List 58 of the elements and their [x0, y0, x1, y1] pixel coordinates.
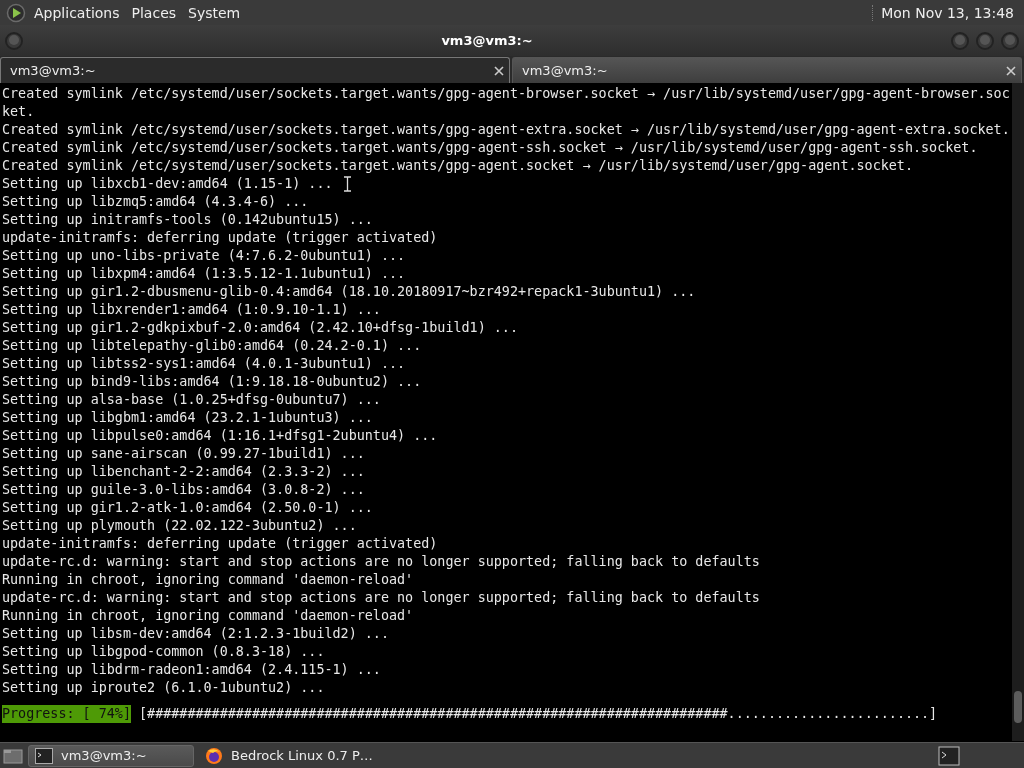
terminal-line: Setting up initramfs-tools (0.142ubuntu15) ... [2, 211, 373, 229]
terminal-line: Setting up libenchant-2-2:amd64 (2.3.3-2) ... [2, 463, 365, 481]
scrollbar-thumb[interactable] [1014, 691, 1022, 723]
terminal-line: Setting up gir1.2-gdkpixbuf-2.0:amd64 (2.42.10+dfsg-1build1) ... [2, 319, 518, 337]
taskbar-item[interactable]: vm3@vm3:~ [28, 744, 194, 767]
close-tab-icon[interactable] [1005, 64, 1017, 77]
terminal-line: Setting up plymouth (22.02.122-3ubuntu2) ... [2, 517, 357, 535]
terminal-line: Setting up libpulse0:amd64 (1:16.1+dfsg1-2ubuntu4) ... [2, 427, 438, 445]
window-menu-button[interactable] [4, 30, 24, 51]
progress-label: Progress: [ 74%] [2, 705, 131, 723]
terminal-line: Created symlink /etc/systemd/user/sockets.target.wants/gpg-agent-browser.socket → /usr/lib/systemd/user/gpg-agent-browser.soc [2, 85, 1010, 103]
taskbar-item[interactable]: Bedrock Linux 0.7 P… [198, 744, 380, 767]
text-cursor-icon [343, 176, 352, 192]
close-tab-icon[interactable] [493, 64, 505, 77]
browser-icon [205, 746, 223, 765]
terminal-line: Setting up libgbm1:amd64 (23.2.1-1ubuntu3) ... [2, 409, 373, 427]
terminal-line: Setting up libdrm-radeon1:amd64 (2.4.115-1) ... [2, 661, 381, 679]
terminal-line: Setting up libxrender1:amd64 (1:0.9.10-1.1) ... [2, 301, 381, 319]
menu-logo-icon[interactable] [6, 2, 28, 23]
terminal-line: ket. [2, 103, 35, 121]
terminal-line: Setting up libsm-dev:amd64 (2:1.2.3-1build2) ... [2, 625, 389, 643]
terminal-line: Setting up uno-libs-private (4:7.6.2-0ubuntu1) ... [2, 247, 406, 265]
terminal-line: Setting up libgpod-common (0.8.3-18) ... [2, 643, 325, 661]
terminal-line: Setting up libxcb1-dev:amd64 (1.15-1) ... [2, 175, 333, 193]
close-button[interactable] [1000, 30, 1020, 51]
minimize-button[interactable] [950, 30, 970, 51]
terminal-line: Created symlink /etc/systemd/user/sockets.target.wants/gpg-agent-extra.socket → /usr/lib/systemd/user/gpg-agent-extra.socket. [2, 121, 1010, 139]
scrollbar[interactable] [1012, 83, 1024, 741]
clock[interactable]: Mon Nov 13, 13:48 [872, 4, 1018, 21]
terminal-line: update-initramfs: deferring update (trigger activated) [2, 535, 438, 553]
maximize-button[interactable] [975, 30, 995, 51]
terminal-line: Setting up alsa-base (1.0.25+dfsg-0ubuntu7) ... [2, 391, 381, 409]
menu-item[interactable]: Applications [28, 0, 126, 25]
terminal-tab[interactable]: vm3@vm3:~ [512, 57, 1022, 83]
window-title: vm3@vm3:~ [440, 33, 534, 48]
terminal-line: Created symlink /etc/systemd/user/sockets.target.wants/gpg-agent-ssh.socket → /usr/lib/systemd/user/gpg-agent-ssh.socket. [2, 139, 978, 157]
menu-item[interactable]: System [182, 0, 247, 25]
terminal-line: update-initramfs: deferring update (trigger activated) [2, 229, 438, 247]
terminal-line: update-rc.d: warning: start and stop actions are no longer supported; falling back to defaults [2, 553, 760, 571]
terminal-line: Setting up guile-3.0-libs:amd64 (3.0.8-2) ... [2, 481, 365, 499]
terminal-line: update-rc.d: warning: start and stop actions are no longer supported; falling back to defaults [2, 589, 760, 607]
terminal-line: Running in chroot, ignoring command 'daemon-reload' [2, 607, 414, 625]
terminal-line: Setting up libtss2-sys1:amd64 (4.0.1-3ubuntu1) ... [2, 355, 406, 373]
terminal-icon[interactable] [938, 745, 960, 766]
terminal-line: Setting up iproute2 (6.1.0-1ubuntu2) ... [2, 679, 325, 697]
terminal-line: Setting up gir1.2-dbusmenu-glib-0.4:amd64 (18.10.20180917~bzr492+repack1-3ubuntu1) ... [2, 283, 696, 301]
terminal-line: Setting up libzmq5:amd64 (4.3.4-6) ... [2, 193, 309, 211]
terminal-tab[interactable]: vm3@vm3:~ [0, 57, 510, 83]
terminal-icon [35, 747, 53, 764]
terminal-line: Running in chroot, ignoring command 'daemon-reload' [2, 571, 414, 589]
progress-bar-text: [########################################################################.........................] [139, 705, 938, 723]
terminal-line: Setting up sane-airscan (0.99.27-1build1) ... [2, 445, 365, 463]
menu-item[interactable]: Places [125, 0, 183, 25]
terminal-line: Setting up libxpm4:amd64 (1:3.5.12-1.1ubuntu1) ... [2, 265, 406, 283]
terminal-line: Created symlink /etc/systemd/user/sockets.target.wants/gpg-agent.socket → /usr/lib/systemd/user/gpg-agent.socket. [2, 157, 913, 175]
terminal-line: Setting up libtelepathy-glib0:amd64 (0.24.2-0.1) ... [2, 337, 422, 355]
terminal-line: Setting up gir1.2-atk-1.0:amd64 (2.50.0-1) ... [2, 499, 373, 517]
terminal-line: Setting up bind9-libs:amd64 (1:9.18.18-0ubuntu2) ... [2, 373, 422, 391]
